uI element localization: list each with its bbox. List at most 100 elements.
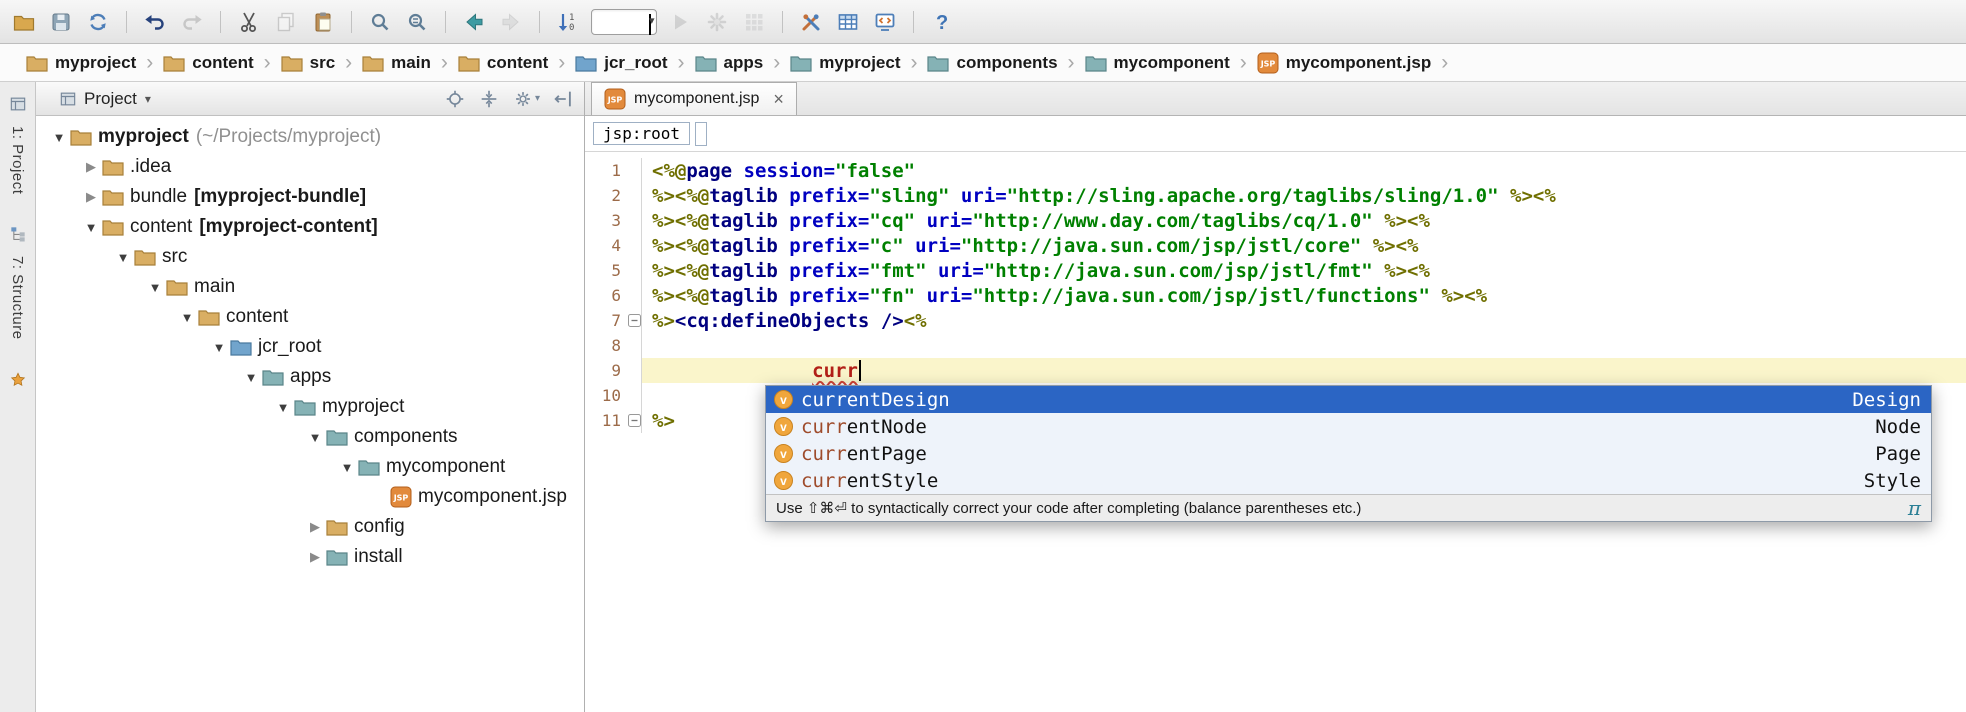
chevron-right-icon: › bbox=[558, 51, 565, 75]
replace-button[interactable] bbox=[403, 8, 431, 36]
folder-icon bbox=[1085, 53, 1107, 73]
folder-icon bbox=[790, 53, 812, 73]
undo-button[interactable] bbox=[141, 8, 169, 36]
project-panel-header: Project ▾ ▾ bbox=[36, 82, 584, 116]
tree-item-main[interactable]: ▼main bbox=[36, 272, 584, 302]
gear-icon[interactable]: ▾ bbox=[512, 88, 540, 110]
tools-button[interactable] bbox=[797, 8, 825, 36]
path-item-jcr_root[interactable]: jcr_root bbox=[575, 53, 667, 73]
collapse-arrow-icon[interactable]: ▼ bbox=[176, 310, 198, 325]
cut-button[interactable] bbox=[235, 8, 263, 36]
path-item-label: src bbox=[310, 53, 336, 73]
tree-item-mycomponent.jsp[interactable]: JSPmycomponent.jsp bbox=[36, 482, 584, 512]
path-item-mycomponent.jsp[interactable]: JSPmycomponent.jsp bbox=[1257, 52, 1431, 74]
collapse-arrow-icon[interactable]: ▼ bbox=[48, 130, 70, 145]
path-item-main[interactable]: main bbox=[362, 53, 431, 73]
tool-window-button-structure[interactable]: 7: Structure bbox=[8, 224, 28, 340]
table-button[interactable] bbox=[834, 8, 862, 36]
editor-tab-mycomponent-jsp[interactable]: JSP mycomponent.jsp × bbox=[591, 82, 797, 115]
expand-arrow-icon[interactable]: ▶ bbox=[80, 159, 102, 175]
collapse-arrow-icon[interactable]: ▼ bbox=[80, 220, 102, 235]
path-item-content[interactable]: content bbox=[458, 53, 548, 73]
grid-button bbox=[740, 8, 768, 36]
code-line-2[interactable]: 2%><%@taglib prefix="sling" uri="http://… bbox=[585, 183, 1966, 208]
folder-icon bbox=[927, 53, 949, 73]
folder-icon bbox=[230, 337, 254, 357]
tree-item-content[interactable]: ▼content[myproject-content] bbox=[36, 212, 584, 242]
tree-item-mycomponent[interactable]: ▼mycomponent bbox=[36, 452, 584, 482]
path-item-myproject[interactable]: myproject bbox=[26, 53, 136, 73]
tree-item-src[interactable]: ▼src bbox=[36, 242, 584, 272]
find-button[interactable] bbox=[366, 8, 394, 36]
collapse-arrow-icon[interactable]: ▼ bbox=[208, 340, 230, 355]
collapse-arrow-icon[interactable]: ▼ bbox=[144, 280, 166, 295]
collapse-arrow-icon[interactable]: ▼ bbox=[272, 400, 294, 415]
collapse-arrow-icon[interactable]: ▼ bbox=[304, 430, 326, 445]
code-line-7[interactable]: 7%><cq:defineObjects /><% bbox=[585, 308, 1966, 333]
tree-item-.idea[interactable]: ▶.idea bbox=[36, 152, 584, 182]
code-line-9[interactable]: 9 curr bbox=[585, 358, 1966, 383]
close-tab-icon[interactable]: × bbox=[773, 89, 784, 110]
export-button[interactable] bbox=[871, 8, 899, 36]
code-line-1[interactable]: 1<%@page session="false" bbox=[585, 158, 1966, 183]
code-line-3[interactable]: 3%><%@taglib prefix="cq" uri="http://www… bbox=[585, 208, 1966, 233]
path-item-mycomponent[interactable]: mycomponent bbox=[1085, 53, 1230, 73]
path-item-components[interactable]: components bbox=[927, 53, 1057, 73]
collapse-arrow-icon[interactable]: ▼ bbox=[336, 460, 358, 475]
tree-item-content[interactable]: ▼content bbox=[36, 302, 584, 332]
run-configuration-select[interactable]: ▾ bbox=[591, 9, 657, 35]
tree-item-install[interactable]: ▶install bbox=[36, 542, 584, 572]
locate-icon[interactable] bbox=[444, 88, 466, 110]
path-item-apps[interactable]: apps bbox=[695, 53, 764, 73]
tree-item-jcr_root[interactable]: ▼jcr_root bbox=[36, 332, 584, 362]
code-line-6[interactable]: 6%><%@taglib prefix="fn" uri="http://jav… bbox=[585, 283, 1966, 308]
tree-item-config[interactable]: ▶config bbox=[36, 512, 584, 542]
jsp-file-icon: JSP bbox=[1257, 52, 1279, 74]
expand-arrow-icon[interactable]: ▶ bbox=[304, 549, 326, 565]
open-button[interactable] bbox=[10, 8, 38, 36]
tool-window-button-project[interactable]: 1: Project bbox=[8, 94, 28, 194]
breadcrumb-jsp-root[interactable]: jsp:root bbox=[593, 122, 690, 145]
tree-item-bundle[interactable]: ▶bundle[myproject-bundle] bbox=[36, 182, 584, 212]
save-button[interactable] bbox=[47, 8, 75, 36]
export-icon bbox=[873, 10, 897, 34]
expand-arrow-icon[interactable]: ▶ bbox=[80, 189, 102, 205]
help-button[interactable]: ? bbox=[928, 8, 956, 36]
tree-item-myproject[interactable]: ▼myproject bbox=[36, 392, 584, 422]
favorites-icon[interactable] bbox=[8, 370, 28, 395]
tree-item-apps[interactable]: ▼apps bbox=[36, 362, 584, 392]
back-button[interactable] bbox=[460, 8, 488, 36]
sort-button[interactable]: 10 bbox=[554, 8, 582, 36]
fold-marker-icon[interactable] bbox=[627, 308, 642, 333]
chevron-down-icon: ▾ bbox=[649, 14, 651, 35]
scroll-from-source-icon[interactable] bbox=[478, 88, 500, 110]
fold-marker-icon[interactable] bbox=[627, 408, 642, 433]
completion-item-currentStyle[interactable]: vcurrentStyleStyle bbox=[766, 467, 1931, 494]
expand-arrow-icon[interactable]: ▶ bbox=[304, 519, 326, 535]
project-panel-title[interactable]: Project bbox=[84, 89, 137, 109]
hide-icon[interactable] bbox=[552, 88, 574, 110]
completion-item-currentNode[interactable]: vcurrentNodeNode bbox=[766, 413, 1931, 440]
tree-item-myproject[interactable]: ▼myproject(~/Projects/myproject) bbox=[36, 122, 584, 152]
completion-item-currentDesign[interactable]: vcurrentDesignDesign bbox=[766, 386, 1931, 413]
tree-item-components[interactable]: ▼components bbox=[36, 422, 584, 452]
code-line-4[interactable]: 4%><%@taglib prefix="c" uri="http://java… bbox=[585, 233, 1966, 258]
code-text bbox=[642, 333, 1966, 358]
path-item-label: components bbox=[956, 53, 1057, 73]
collapse-arrow-icon[interactable]: ▼ bbox=[240, 370, 262, 385]
path-item-content[interactable]: content bbox=[163, 53, 253, 73]
cut-icon bbox=[237, 10, 261, 34]
sync-button[interactable] bbox=[84, 8, 112, 36]
path-item-myproject[interactable]: myproject bbox=[790, 53, 900, 73]
chevron-down-icon[interactable]: ▾ bbox=[145, 92, 151, 106]
path-item-src[interactable]: src bbox=[281, 53, 336, 73]
code-line-5[interactable]: 5%><%@taglib prefix="fmt" uri="http://ja… bbox=[585, 258, 1966, 283]
paste-button[interactable] bbox=[309, 8, 337, 36]
folder-icon bbox=[262, 367, 286, 387]
code-line-8[interactable]: 8 bbox=[585, 333, 1966, 358]
collapse-arrow-icon[interactable]: ▼ bbox=[112, 250, 134, 265]
chevron-right-icon: › bbox=[264, 51, 271, 75]
completion-item-currentPage[interactable]: vcurrentPagePage bbox=[766, 440, 1931, 467]
line-number: 5 bbox=[585, 261, 627, 280]
module-name: [myproject-bundle] bbox=[194, 186, 366, 208]
